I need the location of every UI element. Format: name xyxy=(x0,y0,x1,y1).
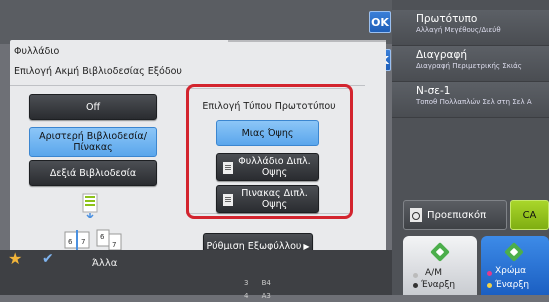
booklet-duplex-button[interactable]: Φυλλάδιο Διπλ. Οψης xyxy=(216,153,319,181)
tablet-duplex-label: Πινακας Διπλ. Οψης xyxy=(241,188,308,210)
paper-tray-row[interactable]: 4 A3 xyxy=(244,283,284,302)
page-number: 6 xyxy=(68,238,73,246)
info-item-subtitle: Διαγραφή Περιμετρικής Σκιάς xyxy=(416,62,522,70)
start-color-line2: Έναρξη xyxy=(495,280,530,290)
info-item-original[interactable]: Πρωτότυπο Αλλαγή Μεγέθους/Διεύθ xyxy=(392,10,549,46)
start-color-button[interactable]: Χρώμα Έναρξη xyxy=(481,236,549,295)
info-item-subtitle: Αλλαγή Μεγέθους/Διεύθ xyxy=(416,26,501,34)
page-number: 7 xyxy=(112,241,117,249)
start-bw-line1: Α/Μ xyxy=(425,268,442,278)
tablet-doc-icon xyxy=(223,194,233,206)
preview-button[interactable]: Προεπισκόπ xyxy=(403,200,507,230)
checkmark-icon[interactable]: ✔ xyxy=(42,251,62,267)
preview-label: Προεπισκόπ xyxy=(427,209,487,221)
radio-dot-icon xyxy=(413,273,418,278)
ok-button-top[interactable]: OK xyxy=(369,11,391,33)
preview-icon xyxy=(410,208,422,222)
binding-off-button[interactable]: Off xyxy=(29,94,157,120)
info-item-title: Πρωτότυπο xyxy=(416,13,478,25)
dialog-title: Φυλλάδιο xyxy=(14,46,60,57)
info-item-n-up[interactable]: N-σε-1 Τοποθ Πολλαπλών Σελ στη Σελ Α xyxy=(392,82,549,118)
info-item-erase[interactable]: Διαγραφή Διαγραφή Περιμετρικής Σκιάς xyxy=(392,46,549,82)
one-sided-button[interactable]: Μιας Όψης xyxy=(216,120,319,146)
radio-dot-icon xyxy=(487,283,492,288)
background-strip xyxy=(0,0,392,44)
booklet-pages-illustration: 6 7 6 7 xyxy=(64,228,122,252)
radio-dot-icon xyxy=(413,283,418,288)
start-diamond-icon xyxy=(430,242,450,262)
booklet-doc-icon xyxy=(223,162,233,174)
radio-dot-icon xyxy=(487,271,492,276)
booklet-stack-icon xyxy=(74,192,108,220)
page-number: 6 xyxy=(100,233,105,241)
page-number: 7 xyxy=(81,238,86,246)
binding-left-button[interactable]: Αριστερή Βιβλιοδεσία/ Πίνακας xyxy=(29,127,157,157)
dialog-subtitle: Επιλογή Ακμή Βιβλιοδεσίας Εξόδου xyxy=(14,66,182,77)
tablet-duplex-button[interactable]: Πινακας Διπλ. Οψης xyxy=(216,185,319,213)
booklet-duplex-label: Φυλλάδιο Διπλ. Οψης xyxy=(238,156,311,178)
start-diamond-icon xyxy=(504,242,524,262)
star-icon[interactable]: ★ xyxy=(8,249,28,269)
start-bw-button[interactable]: Α/Μ Έναρξη xyxy=(403,236,477,295)
tray-number: 4 xyxy=(244,292,249,300)
slider-track xyxy=(228,40,386,42)
clear-all-button[interactable]: CA xyxy=(510,200,549,230)
other-button[interactable]: Άλλα xyxy=(92,258,117,269)
binding-right-button[interactable]: Δεξιά Βιβλιοδεσία xyxy=(29,160,157,186)
info-item-title: N-σε-1 xyxy=(416,85,451,97)
start-bw-line2: Έναρξη xyxy=(421,280,456,290)
paper-size: A3 xyxy=(261,292,271,300)
info-item-title: Διαγραφή xyxy=(416,49,468,61)
original-type-title: Επιλογή Τύπου Πρωτοτύπου xyxy=(202,101,336,112)
start-color-line1: Χρώμα xyxy=(495,266,527,276)
info-item-subtitle: Τοποθ Πολλαπλών Σελ στη Σελ Α xyxy=(416,98,532,106)
